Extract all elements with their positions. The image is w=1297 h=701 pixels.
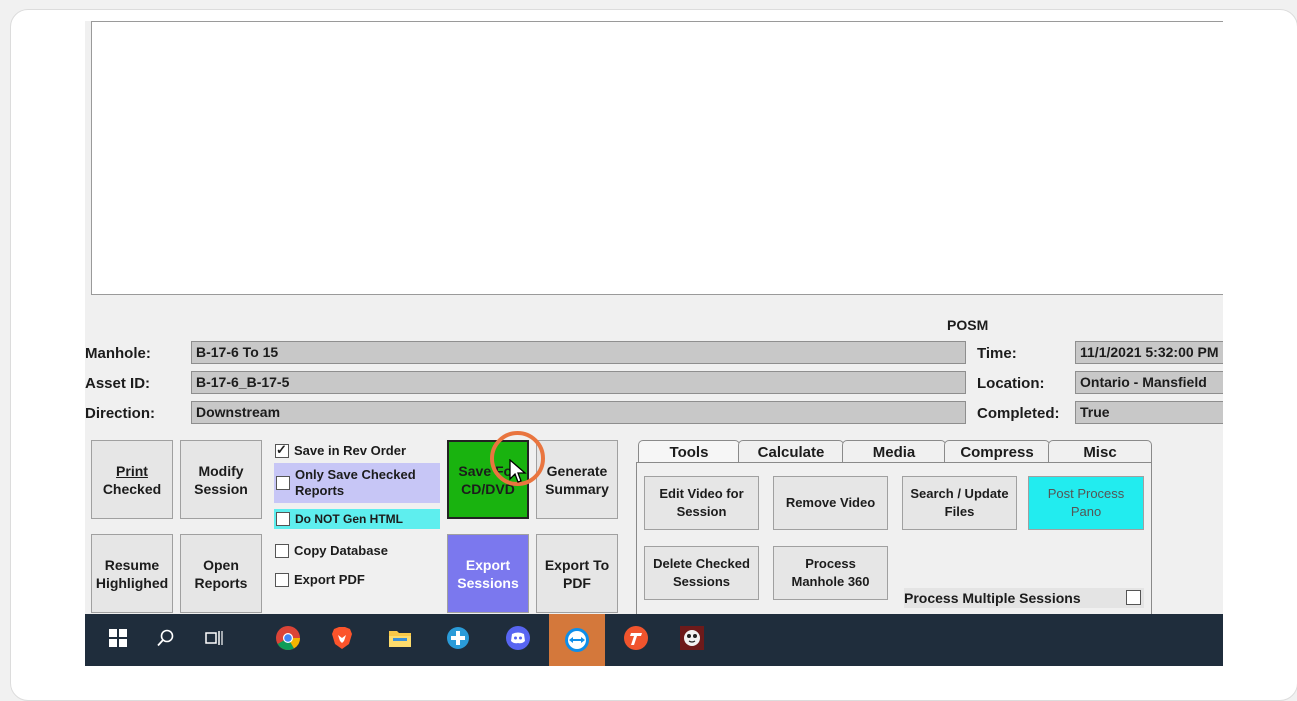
open-reports-line1: Open [203, 556, 239, 573]
post-process-line2: Pano [1070, 504, 1102, 519]
mouse-cursor-icon [509, 459, 527, 483]
export-to-pdf-line1: Export To [544, 556, 610, 573]
tab-calculate[interactable]: Calculate [738, 440, 844, 463]
tab-misc[interactable]: Misc [1048, 440, 1152, 463]
print-checked-line1: Print [116, 462, 148, 479]
edit-video-button[interactable]: Edit Video for Session [644, 476, 759, 530]
teamviewer-icon[interactable] [549, 614, 605, 666]
asset-id-label: Asset ID: [85, 375, 151, 392]
posm-window: POSM Manhole: B-17-6 To 15 Asset ID: B-1… [85, 21, 1223, 666]
discord-icon[interactable] [495, 614, 541, 662]
export-sessions-line2: Sessions [457, 574, 519, 591]
export-pdf-checkbox[interactable]: Export PDF [275, 572, 365, 587]
direction-field[interactable]: Downstream [191, 401, 966, 424]
time-field[interactable]: 11/1/2021 5:32:00 PM [1075, 341, 1223, 364]
delete-checked-line1: Delete Checked [653, 556, 750, 571]
search-update-line1: Search / Update [910, 486, 1009, 501]
brave-icon[interactable] [319, 614, 365, 662]
open-reports-button[interactable]: Open Reports [180, 534, 262, 613]
tab-media[interactable]: Media [842, 440, 946, 463]
export-sessions-button[interactable]: Export Sessions [447, 534, 529, 613]
process-multiple-sessions-row: Process Multiple Sessions [904, 588, 1144, 608]
checkbox-icon [275, 572, 289, 587]
location-field[interactable]: Ontario - Mansfield [1075, 371, 1223, 394]
post-process-pano-button[interactable]: Post Process Pano [1028, 476, 1144, 530]
delete-checked-sessions-button[interactable]: Delete Checked Sessions [644, 546, 759, 600]
resume-line1: Resume [104, 556, 160, 573]
save-rev-order-checkbox[interactable]: Save in Rev Order [275, 442, 406, 458]
remove-video-button[interactable]: Remove Video [773, 476, 888, 530]
export-to-pdf-line2: PDF [562, 574, 591, 591]
export-sessions-line1: Export [465, 556, 511, 573]
copy-database-checkbox[interactable]: Copy Database [275, 543, 388, 558]
do-not-gen-html-label: Do NOT Gen HTML [295, 512, 403, 526]
search-update-line2: Files [944, 504, 975, 519]
manhole-label: Manhole: [85, 345, 151, 362]
app-face-icon[interactable] [669, 614, 715, 662]
direction-label: Direction: [85, 405, 156, 422]
edit-video-line2: Session [676, 504, 727, 519]
export-to-pdf-button[interactable]: Export To PDF [536, 534, 618, 613]
checkbox-icon [276, 476, 290, 490]
manhole-field[interactable]: B-17-6 To 15 [191, 341, 966, 364]
search-icon[interactable] [143, 614, 189, 662]
resume-line2: Highlighed [95, 574, 169, 591]
save-rev-order-label: Save in Rev Order [294, 443, 406, 458]
search-update-files-button[interactable]: Search / Update Files [902, 476, 1017, 530]
do-not-gen-html-checkbox[interactable]: Do NOT Gen HTML [274, 509, 440, 529]
modify-session-line1: Modify [198, 462, 244, 479]
tab-tools[interactable]: Tools [638, 440, 740, 463]
copy-database-label: Copy Database [294, 543, 388, 558]
process-manhole-line1: Process [805, 556, 856, 571]
app-name: POSM [947, 317, 989, 333]
process-manhole-360-button[interactable]: Process Manhole 360 [773, 546, 888, 600]
only-save-checked-label: Only Save Checked Reports [295, 467, 416, 498]
print-checked-line2: Checked [102, 480, 162, 497]
file-explorer-icon[interactable] [377, 614, 423, 662]
generate-summary-line2: Summary [545, 480, 609, 497]
process-manhole-line2: Manhole 360 [791, 574, 870, 589]
generate-summary-line1: Generate [546, 462, 608, 479]
post-process-line1: Post Process [1047, 486, 1125, 501]
modify-session-button[interactable]: Modify Session [180, 440, 262, 519]
asset-id-field[interactable]: B-17-6_B-17-5 [191, 371, 966, 394]
open-reports-line2: Reports [194, 574, 248, 591]
modify-session-line2: Session [194, 480, 248, 497]
completed-label: Completed: [977, 405, 1060, 422]
process-multiple-label: Process Multiple Sessions [904, 590, 1081, 606]
process-multiple-sessions-checkbox[interactable] [1126, 590, 1141, 605]
checkbox-checked-icon [275, 442, 289, 458]
print-checked-button[interactable]: Print Checked [91, 440, 173, 519]
report-preview-area [91, 21, 1223, 295]
chrome-icon[interactable] [265, 614, 311, 662]
completed-field[interactable]: True [1075, 401, 1223, 424]
only-save-checked-checkbox[interactable]: Only Save Checked Reports [274, 463, 440, 503]
windows-start-icon[interactable] [95, 614, 141, 662]
tab-compress[interactable]: Compress [944, 440, 1050, 463]
windows-taskbar [85, 614, 1223, 666]
delete-checked-line2: Sessions [672, 574, 731, 589]
location-label: Location: [977, 375, 1045, 392]
time-label: Time: [977, 345, 1017, 362]
app-t-icon[interactable] [613, 614, 659, 662]
checkbox-icon [275, 543, 289, 558]
resume-highlighted-button[interactable]: Resume Highlighed [91, 534, 173, 613]
export-pdf-label: Export PDF [294, 572, 365, 587]
app-plus-icon[interactable] [435, 614, 481, 662]
checkbox-icon [276, 512, 290, 526]
edit-video-line1: Edit Video for [659, 486, 744, 501]
task-view-icon[interactable] [191, 614, 237, 662]
generate-summary-button[interactable]: Generate Summary [536, 440, 618, 519]
